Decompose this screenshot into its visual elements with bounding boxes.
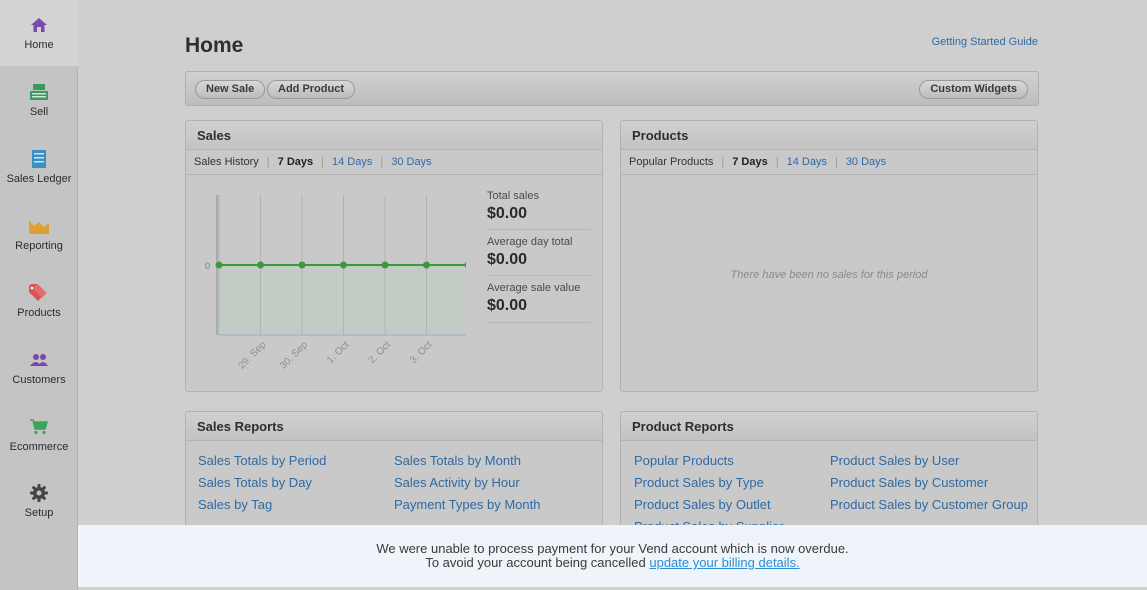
custom-widgets-button[interactable]: Custom Widgets: [919, 80, 1028, 99]
tab-divider: |: [834, 156, 838, 168]
sidebar-item-label: Sales Ledger: [6, 173, 72, 185]
tab-divider: |: [380, 156, 384, 168]
report-link[interactable]: Product Sales by Customer Group: [830, 497, 1028, 512]
overdue-payment-banner: We were unable to process payment for yo…: [78, 525, 1147, 587]
stat-value: $0.00: [487, 205, 528, 222]
stat-label: Average sale value: [487, 282, 581, 294]
x-tick-label: 2. Oct: [366, 339, 393, 366]
sidebar-item-setup[interactable]: Setup: [0, 468, 78, 534]
report-link[interactable]: Sales by Tag: [198, 497, 272, 512]
panel-title: Sales Reports: [186, 412, 602, 441]
x-tick-label: 3. Oct: [408, 339, 435, 366]
report-link[interactable]: Product Sales by Type: [634, 475, 764, 490]
getting-started-guide-link[interactable]: Getting Started Guide: [932, 36, 1038, 48]
tab-label: Sales History: [194, 156, 259, 168]
add-product-button[interactable]: Add Product: [267, 80, 355, 99]
x-tick-label: 29. Sep: [236, 339, 268, 371]
report-link[interactable]: Popular Products: [634, 453, 734, 468]
sales-history-tabs: Sales History | 7 Days | 14 Days | 30 Da…: [186, 150, 602, 175]
report-link[interactable]: Sales Totals by Month: [394, 453, 521, 468]
sidebar-item-products[interactable]: Products: [0, 268, 78, 334]
stat-total-sales: Total sales $0.00: [487, 190, 591, 230]
data-point: [423, 261, 430, 269]
sidebar-item-label: Setup: [24, 507, 54, 519]
tab-14-days[interactable]: 14 Days: [787, 150, 827, 174]
sidebar-item-sell[interactable]: Sell: [0, 67, 78, 133]
tab-30-days[interactable]: 30 Days: [391, 150, 431, 174]
stat-average-day-total: Average day total $0.00: [487, 236, 591, 276]
tab-7-days[interactable]: 7 Days: [278, 150, 313, 174]
stat-average-sale-value: Average sale value $0.00: [487, 282, 591, 323]
sidebar-item-label: Reporting: [15, 240, 63, 252]
panel-title: Sales: [186, 121, 602, 150]
chart-icon: [29, 216, 49, 236]
users-icon: [29, 350, 49, 370]
sidebar-item-label: Home: [24, 39, 54, 51]
tab-label: Popular Products: [629, 156, 714, 168]
tab-divider: |: [266, 156, 270, 168]
report-link[interactable]: Sales Totals by Period: [198, 453, 326, 468]
banner-message-line-2: To avoid your account being cancelled up…: [78, 556, 1147, 570]
tab-30-days[interactable]: 30 Days: [846, 150, 886, 174]
popular-products-tabs: Popular Products | 7 Days | 14 Days | 30…: [621, 150, 1037, 175]
data-point: [257, 261, 264, 269]
stat-value: $0.00: [487, 251, 528, 268]
tab-divider: |: [775, 156, 779, 168]
products-panel: Products Popular Products | 7 Days | 14 …: [620, 120, 1038, 392]
sidebar-item-label: Ecommerce: [9, 441, 69, 453]
data-point: [298, 261, 306, 269]
register-icon: [29, 82, 49, 102]
y-tick-label: 0: [205, 261, 210, 271]
report-link[interactable]: Sales Activity by Hour: [394, 475, 520, 490]
cart-icon: [29, 417, 49, 437]
report-link[interactable]: Product Sales by Customer: [830, 475, 988, 490]
sidebar-item-sales-ledger[interactable]: Sales Ledger: [0, 134, 78, 200]
banner-message: We were unable to process payment for yo…: [376, 541, 849, 556]
banner-text: To avoid your account being cancelled: [425, 555, 650, 570]
new-sale-button[interactable]: New Sale: [195, 80, 266, 99]
sidebar-item-label: Products: [17, 307, 61, 319]
toolbar: New Sale Add Product Custom Widgets: [185, 71, 1039, 106]
sidebar-item-ecommerce[interactable]: Ecommerce: [0, 402, 78, 468]
area-fill: [219, 265, 466, 335]
tab-divider: |: [321, 156, 324, 168]
data-point: [215, 261, 223, 269]
sidebar-item-label: Customers: [12, 374, 66, 386]
tab-14-days[interactable]: 14 Days: [332, 150, 372, 174]
report-link[interactable]: Sales Totals by Day: [198, 475, 312, 490]
update-billing-link[interactable]: update your billing details.: [649, 555, 799, 570]
sidebar-item-label: Sell: [29, 106, 49, 118]
page-title: Home: [185, 34, 244, 57]
stat-label: Total sales: [487, 190, 539, 202]
sales-reports-panel: Sales Reports Sales Totals by Period Sal…: [185, 411, 603, 541]
gear-icon: [29, 483, 49, 503]
tab-7-days[interactable]: 7 Days: [732, 150, 767, 174]
empty-state-message: There have been no sales for this period: [730, 269, 928, 281]
sidebar: Home Sell Sales Ledger Reporting Product…: [0, 0, 78, 590]
x-tick-label: 30. Sep: [278, 339, 310, 371]
sales-history-chart: 0 29. Sep 30. Sep 1. Oct 2. Oct 3. Oct: [205, 195, 466, 372]
sidebar-item-customers[interactable]: Customers: [0, 335, 78, 401]
tag-icon: [29, 283, 49, 303]
tab-divider: |: [721, 156, 725, 168]
sidebar-item-reporting[interactable]: Reporting: [0, 201, 78, 267]
product-reports-panel: Product Reports Popular Products Product…: [620, 411, 1038, 541]
panel-title: Products: [621, 121, 1037, 150]
data-point: [340, 261, 347, 269]
report-link[interactable]: Product Sales by Outlet: [634, 497, 771, 512]
home-icon: [29, 15, 49, 35]
ledger-icon: [29, 149, 49, 169]
x-tick-label: 1. Oct: [325, 339, 352, 366]
report-link[interactable]: Payment Types by Month: [394, 497, 540, 512]
stat-value: $0.00: [487, 297, 528, 314]
panel-title: Product Reports: [621, 412, 1037, 441]
report-link[interactable]: Product Sales by User: [830, 453, 959, 468]
data-point: [381, 261, 389, 269]
sidebar-item-home[interactable]: Home: [0, 0, 78, 66]
stat-label: Average day total: [487, 236, 573, 248]
sales-panel: Sales Sales History | 7 Days | 14 Days |…: [185, 120, 603, 392]
